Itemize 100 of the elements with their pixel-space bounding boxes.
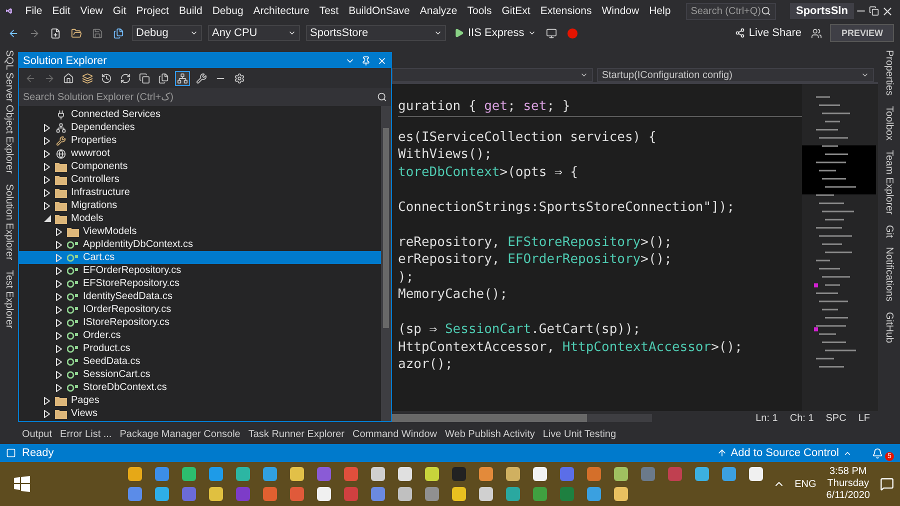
menu-item[interactable]: Project xyxy=(131,5,174,17)
collapsed-arrow-icon[interactable] xyxy=(44,396,50,404)
collapsed-arrow-icon[interactable] xyxy=(44,202,50,210)
menu-item[interactable]: Build xyxy=(174,5,208,17)
save-all-button[interactable] xyxy=(111,26,126,40)
app-icon[interactable] xyxy=(128,467,142,481)
collapsed-arrow-icon[interactable] xyxy=(44,188,50,196)
menu-item[interactable]: Architecture xyxy=(248,5,314,17)
collapsed-arrow-icon[interactable] xyxy=(56,266,62,274)
app-icon[interactable] xyxy=(533,467,547,481)
tree-item[interactable]: wwwroot xyxy=(19,147,381,160)
tree-item[interactable]: EFStoreRepository.cs xyxy=(19,277,381,290)
notification-center-icon[interactable] xyxy=(880,477,894,491)
app-icon[interactable] xyxy=(209,487,223,501)
side-tab[interactable]: Test Explorer xyxy=(4,270,14,328)
tree-item[interactable]: IdentitySeedData.cs xyxy=(19,290,381,303)
side-tab[interactable]: Properties xyxy=(884,50,894,96)
app-icon[interactable] xyxy=(614,467,628,481)
menu-item[interactable]: View xyxy=(75,5,108,17)
close-icon[interactable] xyxy=(377,56,387,66)
tree-item[interactable]: AppIdentityDbContext.cs xyxy=(19,238,381,251)
menu-item[interactable]: Window xyxy=(596,5,644,17)
run-button[interactable]: IIS Express xyxy=(452,27,538,39)
tree-item[interactable]: Models xyxy=(19,212,381,225)
tree-item[interactable]: Product.cs xyxy=(19,342,381,355)
tree-item[interactable]: Cart.cs xyxy=(19,251,381,264)
tree-item[interactable]: ViewModels xyxy=(19,225,381,238)
member-dropdown[interactable]: Startup(IConfiguration config) xyxy=(596,68,874,82)
home-button[interactable] xyxy=(61,70,76,86)
tool-window-tab[interactable]: Package Manager Console xyxy=(120,429,240,440)
menu-item[interactable]: Git xyxy=(108,5,132,17)
expanded-arrow-icon[interactable] xyxy=(44,215,50,222)
collapse-all-button[interactable] xyxy=(137,70,152,86)
live-share-button[interactable]: Live Share xyxy=(732,27,804,39)
start-icon[interactable] xyxy=(14,476,30,492)
properties-button[interactable] xyxy=(194,70,209,86)
side-tab[interactable]: Git xyxy=(884,224,894,238)
startup-project-dropdown[interactable]: SportsStore xyxy=(306,25,446,41)
tool-window-tab[interactable]: Error List ... xyxy=(60,429,112,440)
configuration-dropdown[interactable]: Debug xyxy=(132,25,202,41)
tree-item[interactable]: Dependencies xyxy=(19,121,381,134)
tree-item[interactable]: StoreDbContext.cs xyxy=(19,381,381,394)
side-tab[interactable]: Notifications xyxy=(884,247,894,302)
collapsed-arrow-icon[interactable] xyxy=(56,306,62,314)
side-tab[interactable]: Team Explorer xyxy=(884,150,894,215)
tree-item[interactable]: SeedData.cs xyxy=(19,355,381,368)
menu-item[interactable]: GitExt xyxy=(496,5,536,17)
tree-item[interactable]: Views xyxy=(19,407,381,420)
settings-button[interactable] xyxy=(232,70,247,86)
tree-item[interactable]: Pages xyxy=(19,394,381,407)
app-icon[interactable] xyxy=(155,487,169,501)
collapsed-arrow-icon[interactable] xyxy=(44,124,50,132)
tree-item[interactable]: Components xyxy=(19,160,381,173)
menu-item[interactable]: Extensions xyxy=(535,5,597,17)
app-icon[interactable] xyxy=(506,467,520,481)
record-button[interactable] xyxy=(565,26,580,40)
menu-item[interactable]: Analyze xyxy=(414,5,462,17)
tool-window-tab[interactable]: Command Window xyxy=(352,429,437,440)
side-tab[interactable]: GitHub xyxy=(884,312,894,343)
collapsed-arrow-icon[interactable] xyxy=(44,136,50,144)
collapsed-arrow-icon[interactable] xyxy=(44,176,50,184)
app-icon[interactable] xyxy=(614,487,628,501)
app-icon[interactable] xyxy=(398,467,412,481)
app-icon[interactable] xyxy=(479,487,493,501)
source-control-button[interactable]: Add to Source Control xyxy=(716,447,852,459)
menu-item[interactable]: Edit xyxy=(47,5,76,17)
search-field[interactable]: Search (Ctrl+Q) xyxy=(686,2,776,20)
collapsed-arrow-icon[interactable] xyxy=(56,344,62,352)
side-tab[interactable]: Toolbox xyxy=(884,106,894,140)
app-icon[interactable] xyxy=(695,467,709,481)
app-icon[interactable] xyxy=(236,467,250,481)
side-tab[interactable]: SQL Server Object Explorer xyxy=(4,50,14,174)
menu-item[interactable]: Tools xyxy=(462,5,497,17)
app-icon[interactable] xyxy=(371,467,385,481)
tool-window-tab[interactable]: Live Unit Testing xyxy=(542,429,616,440)
collapsed-arrow-icon[interactable] xyxy=(56,280,62,288)
tree-item[interactable]: Order.cs xyxy=(19,329,381,342)
search-field[interactable]: Search Solution Explorer (Ctrl+ک) xyxy=(19,88,391,106)
menu-item[interactable]: Debug xyxy=(207,5,248,17)
collapsed-arrow-icon[interactable] xyxy=(56,370,62,378)
platform-dropdown[interactable]: Any CPU xyxy=(208,25,300,41)
side-tab[interactable]: Solution Explorer xyxy=(4,184,14,260)
collapsed-arrow-icon[interactable] xyxy=(44,410,50,418)
collapsed-arrow-icon[interactable] xyxy=(56,228,62,236)
collapsed-arrow-icon[interactable] xyxy=(44,150,50,158)
collapsed-arrow-icon[interactable] xyxy=(56,318,62,326)
tree-item[interactable]: SessionCart.cs xyxy=(19,368,381,381)
notifications-button[interactable] xyxy=(872,448,883,458)
collapsed-arrow-icon[interactable] xyxy=(56,358,62,366)
tool-window-tab[interactable]: Web Publish Activity xyxy=(445,429,535,440)
toggle-button[interactable] xyxy=(175,70,190,86)
tool-window-tab[interactable]: Task Runner Explorer xyxy=(248,429,345,440)
show-all-files-button[interactable] xyxy=(156,70,171,86)
tree-item[interactable]: Properties xyxy=(19,134,381,147)
tree-item[interactable]: Migrations xyxy=(19,199,381,212)
horizontal-scrollbar[interactable] xyxy=(392,414,652,422)
collapsed-arrow-icon[interactable] xyxy=(56,292,62,300)
menu-item[interactable]: Test xyxy=(314,5,344,17)
collapsed-arrow-icon[interactable] xyxy=(56,384,62,392)
preview-button[interactable]: PREVIEW xyxy=(830,24,894,42)
